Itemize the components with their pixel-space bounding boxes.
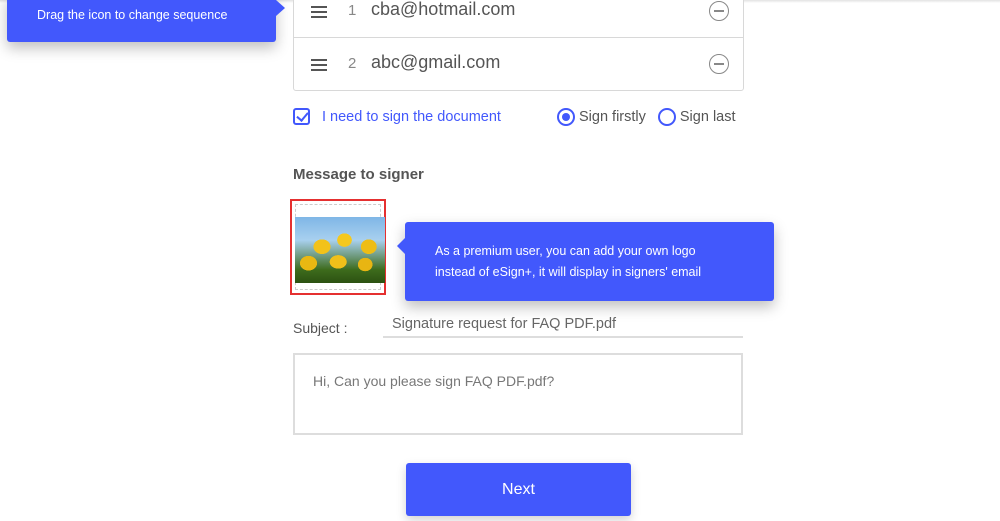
drag-sequence-tooltip: Drag the icon to change sequence	[7, 0, 285, 42]
message-body-input[interactable]: Hi, Can you please sign FAQ PDF.pdf?	[293, 353, 743, 435]
signer-email: cba@hotmail.com	[371, 0, 516, 19]
tooltip-text: As a premium user, you can add your own …	[435, 241, 701, 283]
checkbox-checked-icon[interactable]	[293, 108, 310, 125]
remove-signer-icon[interactable]	[709, 54, 729, 74]
radio-sign-firstly[interactable]: Sign firstly	[557, 108, 646, 126]
signer-row: 1 cba@hotmail.com	[294, 0, 743, 38]
remove-signer-icon[interactable]	[709, 1, 729, 21]
signer-order: 2	[348, 55, 357, 72]
drag-handle-icon[interactable]	[311, 6, 327, 18]
signer-row: 2 abc@gmail.com	[294, 38, 743, 90]
checkbox-label: I need to sign the document	[322, 108, 501, 125]
message-section-title: Message to signer	[293, 166, 424, 183]
logo-upload[interactable]	[290, 199, 386, 295]
sign-order-radio-group: Sign firstly Sign last	[557, 108, 748, 126]
logo-image	[295, 217, 385, 283]
radio-selected-icon[interactable]	[557, 108, 575, 126]
signer-email: abc@gmail.com	[371, 52, 501, 72]
radio-sign-last[interactable]: Sign last	[657, 108, 736, 126]
i-need-to-sign-checkbox[interactable]: I need to sign the document	[293, 108, 501, 125]
premium-logo-tooltip: As a premium user, you can add your own …	[397, 222, 774, 301]
next-button[interactable]: Next	[406, 463, 631, 516]
radio-label: Sign last	[679, 109, 736, 125]
tooltip-text: Drag the icon to change sequence	[37, 8, 228, 22]
signer-order: 1	[348, 2, 357, 19]
drag-handle-icon[interactable]	[311, 59, 327, 71]
subject-label: Subject :	[293, 320, 348, 336]
radio-label: Sign firstly	[579, 109, 646, 125]
tooltip-line: instead of eSign+, it will display in si…	[435, 265, 702, 279]
signer-list: 1 cba@hotmail.com 2 abc@gmail.com	[293, 0, 744, 91]
subject-input[interactable]	[383, 312, 743, 338]
tooltip-line: As a premium user, you can add your own …	[435, 244, 696, 258]
radio-unselected-icon[interactable]	[657, 108, 676, 126]
